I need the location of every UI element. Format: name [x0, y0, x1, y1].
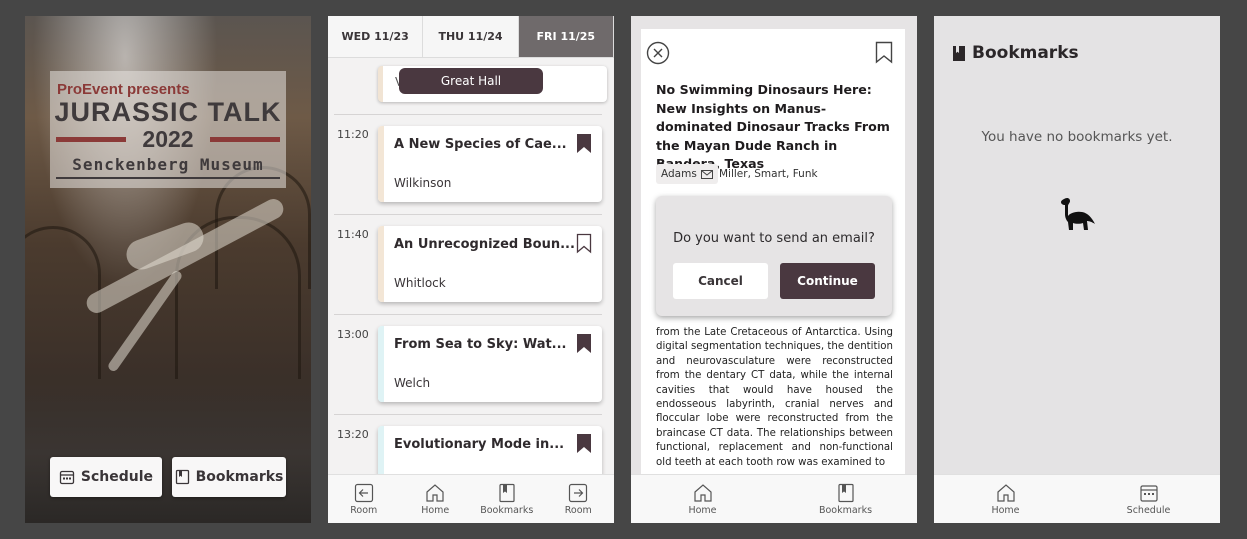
nav-label: Home [421, 504, 450, 516]
primary-author-chip[interactable]: Adams [656, 164, 718, 184]
coauthors: Miller, Smart, Funk [719, 168, 818, 180]
home-icon [693, 483, 712, 502]
nav-label: Home [688, 504, 717, 516]
dialog-question: Do you want to send an email? [673, 231, 875, 246]
nav-room-next[interactable]: Room [543, 475, 615, 523]
bookmark-filled-icon[interactable] [576, 333, 592, 354]
talk-title: An Unrecognized Boun... [394, 237, 575, 252]
dinosaur-icon [1061, 197, 1095, 230]
nav-label: Schedule [1126, 504, 1171, 516]
nav-bookmarks[interactable]: Bookmarks [471, 475, 543, 523]
nav-home[interactable]: Home [631, 475, 774, 523]
bookmark-outline-icon[interactable] [576, 233, 592, 254]
bottom-nav: Room Home Bookmarks Room [328, 474, 614, 523]
continue-button[interactable]: Continue [780, 263, 875, 299]
bookmarks-button[interactable]: Bookmarks [172, 457, 286, 497]
presents-text: ProEvent presents [57, 81, 190, 98]
talk-title: A New Species of Cae... [394, 137, 567, 152]
nav-room-prev[interactable]: Room [328, 475, 400, 523]
home-icon [996, 483, 1015, 502]
talk-author: Welch [394, 376, 431, 390]
bookmarks-button-label: Bookmarks [195, 469, 284, 485]
event-title: JURASSIC TALK [54, 97, 282, 127]
talk-card[interactable]: From Sea to Sky: Wat... Welch [378, 326, 602, 402]
hero-screen: ProEvent presents JURASSIC TALK 2022 Sen… [25, 16, 311, 523]
bookmark-book-icon [837, 483, 854, 502]
bookmarks-header: Bookmarks [952, 43, 1079, 63]
abstract-text: from the Late Cretaceous of Antarctica. … [656, 327, 893, 468]
slot-time: 13:20 [337, 428, 369, 441]
bottom-nav: Home Bookmarks [631, 474, 917, 523]
slot-time: 11:20 [337, 128, 369, 141]
primary-author: Adams [661, 168, 697, 180]
bottom-nav: Home Schedule [934, 474, 1220, 523]
bookmark-filled-icon[interactable] [576, 433, 592, 454]
schedule-button-label: Schedule [80, 469, 154, 485]
email-confirm-dialog: Do you want to send an email? Cancel Con… [656, 196, 892, 316]
talk-author: Whitlock [394, 276, 446, 290]
event-title-card: ProEvent presents JURASSIC TALK 2022 Sen… [50, 71, 286, 188]
talk-detail-screen: No Swimming Dinosaurs Here: New Insights… [631, 16, 917, 523]
tab-fri[interactable]: FRI 11/25 [518, 16, 614, 58]
schedule-button[interactable]: Schedule [50, 457, 162, 497]
talk-card[interactable]: An Unrecognized Boun... Whitlock [378, 226, 602, 302]
venue-name: Senckenberg Museum [72, 155, 264, 174]
empty-message: You have no bookmarks yet. [981, 129, 1173, 145]
calendar-icon [1139, 484, 1158, 502]
bookmark-book-icon [175, 469, 189, 485]
day-tabs: WED 11/23 THU 11/24 FRI 11/25 [328, 16, 614, 58]
nav-label: Bookmarks [818, 504, 873, 516]
mail-icon [700, 169, 713, 179]
bookmark-book-icon [499, 483, 515, 502]
schedule-screen: WED 11/23 THU 11/24 FRI 11/25 V Great Ha… [328, 16, 614, 523]
talk-title: No Swimming Dinosaurs Here: New Insights… [656, 82, 890, 171]
slot-time: 13:00 [337, 328, 369, 341]
talk-title: Evolutionary Mode in... [394, 437, 565, 452]
nav-schedule[interactable]: Schedule [1077, 475, 1220, 523]
cancel-button[interactable]: Cancel [673, 263, 768, 299]
nav-label: Room [564, 504, 592, 516]
close-icon[interactable] [646, 41, 670, 65]
tab-thu[interactable]: THU 11/24 [423, 16, 519, 58]
nav-bookmarks[interactable]: Bookmarks [774, 475, 917, 523]
nav-home[interactable]: Home [400, 475, 472, 523]
calendar-icon [59, 470, 75, 485]
talk-author: Wilkinson [394, 176, 452, 190]
nav-label: Home [991, 504, 1020, 516]
page-title: Bookmarks [972, 43, 1079, 63]
bookmarks-screen: Bookmarks You have no bookmarks yet. Hom… [934, 16, 1220, 523]
arrow-right-icon [569, 483, 588, 502]
nav-label: Room [350, 504, 378, 516]
tab-wed[interactable]: WED 11/23 [328, 16, 424, 58]
bookmark-outline-icon[interactable] [875, 41, 893, 64]
nav-label: Bookmarks [480, 504, 534, 516]
talk-card[interactable]: A New Species of Cae... Wilkinson [378, 126, 602, 202]
slot-time: 11:40 [337, 228, 369, 241]
event-year: 2022 [142, 126, 194, 152]
room-label: Great Hall [399, 68, 543, 94]
bookmark-filled-icon[interactable] [576, 133, 592, 154]
nav-home[interactable]: Home [934, 475, 1077, 523]
talk-title: From Sea to Sky: Wat... [394, 337, 567, 352]
arrow-left-icon [354, 483, 373, 502]
home-icon [426, 483, 444, 502]
bookmark-book-icon [953, 45, 965, 61]
year-row: 2022 [56, 127, 280, 151]
